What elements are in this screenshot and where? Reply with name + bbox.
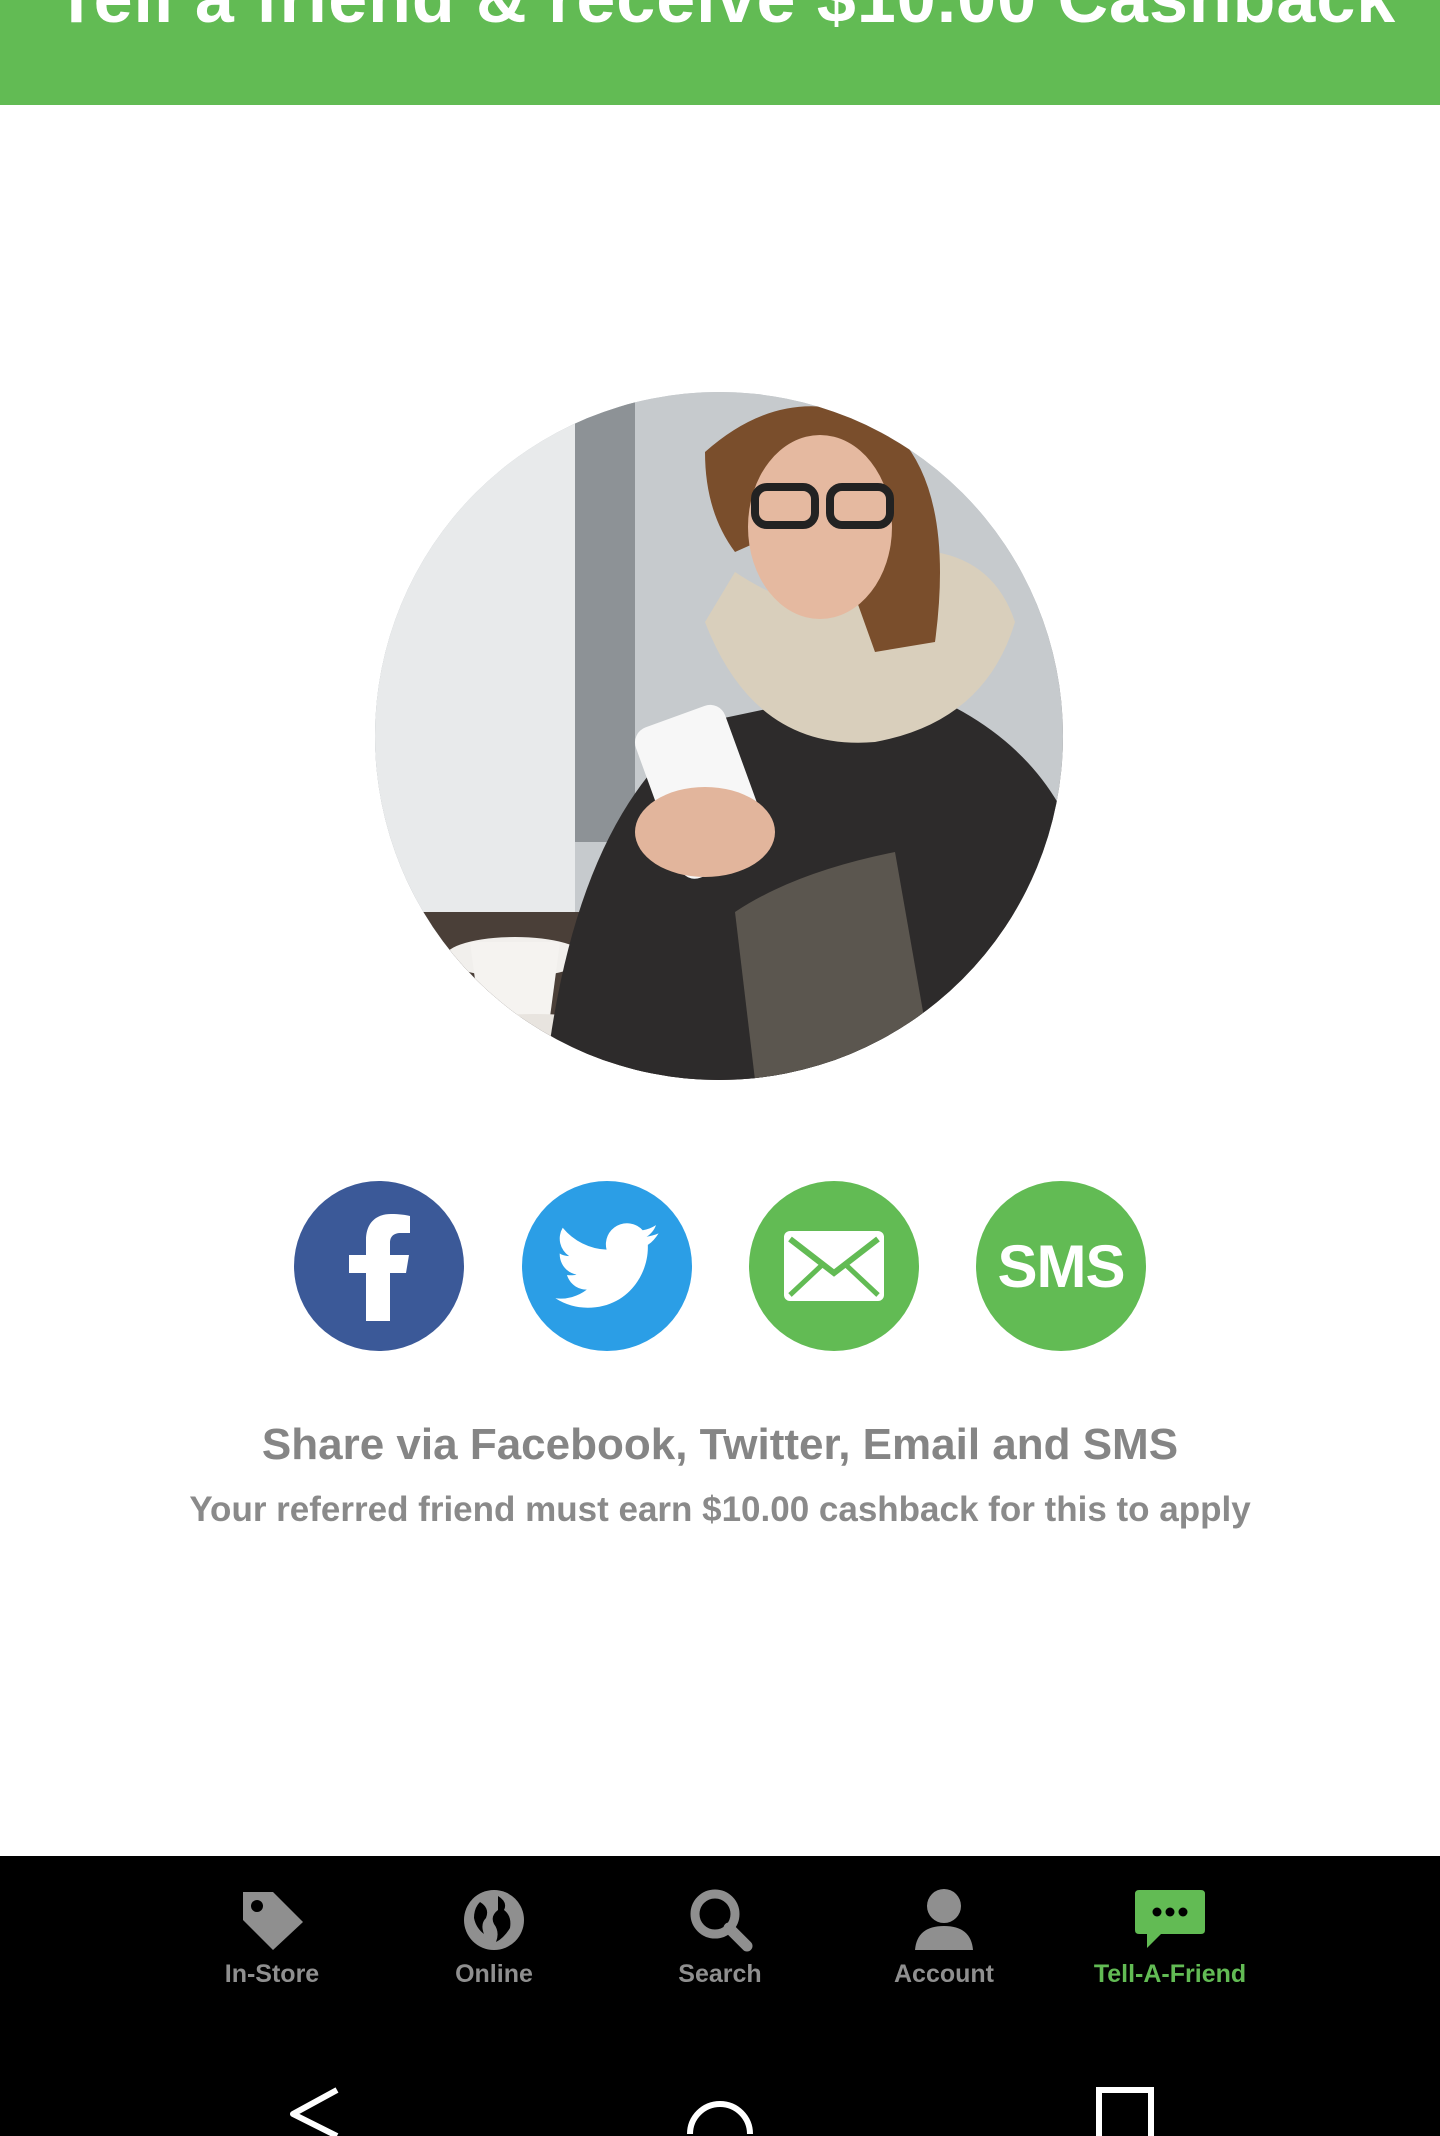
twitter-bird-icon: [555, 1223, 659, 1308]
hero-photo: [375, 392, 1063, 1080]
tab-search[interactable]: Search: [620, 1856, 820, 2026]
share-subtitle: Your referred friend must earn $10.00 ca…: [189, 1490, 1251, 1529]
twitter-share-button[interactable]: [522, 1181, 692, 1351]
tab-online[interactable]: Online: [394, 1856, 594, 2026]
system-navigation-bar: [0, 2026, 1440, 2136]
page-title: Tell a friend & receive $10.00 Cashback: [55, 0, 1396, 38]
home-icon[interactable]: [686, 2086, 754, 2136]
share-title: Share via Facebook, Twitter, Email and S…: [261, 1420, 1179, 1469]
tab-in-store[interactable]: In-Store: [172, 1856, 372, 2026]
person-icon: [915, 1889, 973, 1950]
back-icon[interactable]: [285, 2086, 345, 2136]
sms-share-button[interactable]: SMS: [976, 1181, 1146, 1351]
tab-label: Tell-A-Friend: [1093, 1960, 1247, 1988]
recents-icon[interactable]: [1095, 2086, 1155, 2136]
magnifier-icon: [690, 1889, 753, 1952]
email-share-button[interactable]: [749, 1181, 919, 1351]
header-bar: Tell a friend & receive $10.00 Cashback: [0, 0, 1440, 105]
sms-icon-label: SMS: [997, 1232, 1125, 1300]
facebook-share-button[interactable]: [294, 1181, 464, 1351]
tab-label: Search: [678, 1960, 762, 1988]
tab-label: In-Store: [224, 1960, 320, 1988]
tab-tell-a-friend[interactable]: Tell-A-Friend: [1070, 1856, 1270, 2026]
price-tag-icon: [243, 1892, 303, 1950]
chat-bubble-icon: [1135, 1890, 1205, 1948]
bottom-tab-bar: In-Store Online Search Account Tell-A-Fr…: [0, 1856, 1440, 2026]
facebook-icon: [349, 1214, 410, 1321]
tab-label: Account: [894, 1960, 994, 1988]
tab-account[interactable]: Account: [844, 1856, 1044, 2026]
envelope-icon: [784, 1231, 884, 1301]
globe-icon: [464, 1890, 524, 1950]
tab-label: Online: [455, 1960, 533, 1988]
